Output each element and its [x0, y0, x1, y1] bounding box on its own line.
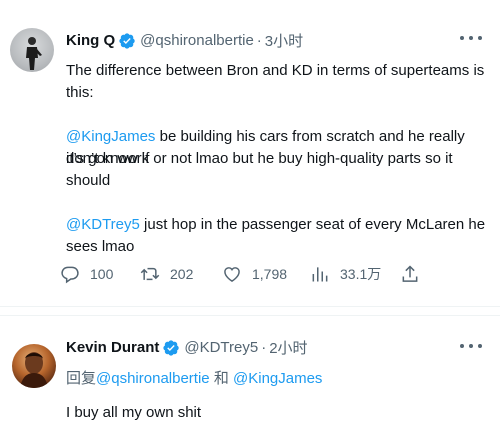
more-icon[interactable] [460, 34, 482, 42]
tweet-actions: 100 202 1,798 33.1万 [60, 264, 430, 288]
avatar-portrait-icon [20, 352, 48, 388]
retweet-count: 202 [170, 266, 194, 282]
mention-link[interactable]: @qshironalbertie [96, 370, 210, 387]
replying-to-label: 回复 [66, 370, 97, 387]
reply-count: 100 [90, 266, 114, 282]
mention-link[interactable]: @KingJames [233, 370, 322, 387]
share-button[interactable] [400, 264, 430, 284]
mention-link[interactable]: @KDTrey5 [66, 216, 140, 233]
retweet-button[interactable]: 202 [140, 264, 193, 284]
timestamp[interactable]: 3小时 [265, 30, 303, 51]
views-button[interactable]: 33.1万 [310, 264, 381, 284]
tweet-divider [0, 306, 500, 316]
share-icon [402, 265, 418, 282]
author-name[interactable]: Kevin Durant [66, 339, 159, 356]
like-icon [224, 267, 240, 282]
like-count: 1,798 [252, 266, 288, 282]
views-icon [312, 267, 328, 282]
author-handle[interactable]: @KDTrey5 [184, 339, 258, 356]
replying-to: 回复@qshironalbertie 和 @KingJames [66, 368, 486, 390]
reply-text: I buy all my own shit [66, 404, 202, 421]
avatar[interactable] [12, 344, 56, 388]
reply-button[interactable]: 100 [60, 264, 113, 284]
verified-badge-icon [119, 32, 135, 49]
more-icon[interactable] [460, 342, 482, 350]
author-handle[interactable]: @qshironalbertie [140, 32, 254, 49]
reply-icon [61, 266, 79, 284]
separator-dot: · [261, 339, 267, 356]
retweet-icon [140, 267, 160, 281]
tweet-line-1: The difference between Bron and KD in te… [66, 62, 485, 101]
author-name[interactable]: King Q [66, 32, 115, 49]
like-button[interactable]: 1,798 [222, 264, 287, 284]
views-count: 33.1万 [340, 266, 382, 282]
verified-badge-icon [163, 339, 180, 356]
reply-header: Kevin Durant @KDTrey5 · 2小时 [66, 337, 308, 358]
tweet-paragraph-3: @KDTrey5 just hop in the passenger seat … [66, 214, 486, 258]
avatar-figure-icon [26, 37, 42, 70]
mention-link[interactable]: @KingJames [66, 128, 155, 145]
replying-to-and: 和 [213, 370, 229, 387]
avatar[interactable] [10, 28, 54, 72]
tweet-text: it’s gon work or not lmao but he buy hig… [66, 150, 453, 189]
tweet-header: King Q @qshironalbertie · 3小时 [66, 30, 303, 51]
timestamp[interactable]: 2小时 [269, 337, 307, 358]
separator-dot: · [256, 32, 262, 49]
